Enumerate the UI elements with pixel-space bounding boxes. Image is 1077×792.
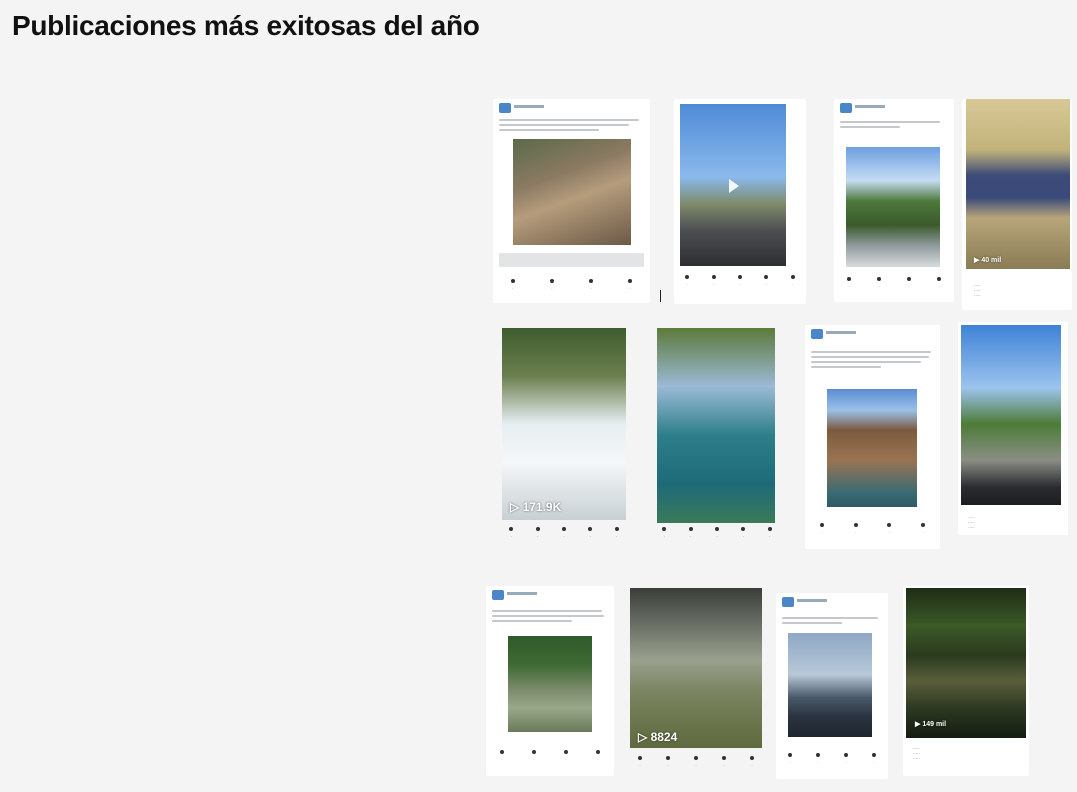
play-count-icon [638,756,642,760]
post-image [657,328,775,523]
post-image [846,147,940,267]
comment-icon [877,277,881,281]
heart-icon [819,523,824,527]
post-header [811,329,934,341]
play-count-icon [662,527,667,531]
post-stats: · · · · · [674,275,806,287]
post-card-man[interactable]: ▶ 40 mil ····· ····· ····· [962,99,1072,310]
page-title: Publicaciones más exitosas del año [12,10,480,41]
share-icon [764,275,769,279]
save-icon [790,275,795,279]
post-metrics: ····· ····· ····· [913,746,920,761]
save-icon [596,750,600,754]
share-icon [588,527,593,531]
post-image [906,588,1026,738]
post-card-lagoon[interactable]: · · · · · [651,322,783,554]
post-card-falls[interactable]: ▷ 171.9K · · · · · [498,322,630,554]
views-count: ▶ 40 mil [974,257,1002,264]
save-icon [628,279,633,283]
post-stats: · · · · [834,277,954,289]
share-icon [844,753,848,757]
save-icon [750,756,754,760]
comment-icon [549,279,554,283]
share-icon [722,756,726,760]
post-image [827,389,917,507]
post-card-road[interactable]: · · · · · [674,99,806,304]
play-count-icon [509,527,514,531]
heart-icon [510,279,515,283]
share-icon [564,750,568,754]
save-icon [872,753,876,757]
heart-icon [500,750,504,754]
views-count: ▷ 8824 [638,730,678,744]
post-image [961,325,1061,505]
divider [660,290,661,302]
post-image [966,99,1070,269]
post-card-pool[interactable]: ▷ 8824 · · · · · [626,586,766,778]
comment-icon [714,527,719,531]
post-card-fossils[interactable]: · · · · [493,99,650,303]
post-header [840,103,948,115]
brand-logo-icon [840,103,852,113]
post-metrics: ····· ····· ····· [968,515,975,530]
play-icon [729,179,739,193]
post-card-garden[interactable]: · · · · [486,586,614,776]
post-metrics: ····· ····· ····· [974,283,981,298]
post-stats: · · · · [776,753,888,765]
post-card-river[interactable]: · · · · [834,99,954,302]
comment-icon [737,275,742,279]
share-icon [907,277,911,281]
comment-icon [561,527,566,531]
post-card-arch[interactable]: · · · · [805,325,940,549]
post-header [492,590,608,602]
post-image [630,588,762,748]
post-stats: · · · · [486,750,614,762]
play-count-icon [685,275,690,279]
views-count: ▶ 149 mil [915,721,947,728]
brand-logo-icon [811,329,823,339]
like-icon [666,756,670,760]
share-icon [741,527,746,531]
heart-icon [847,277,851,281]
post-header [782,597,882,609]
comment-icon [694,756,698,760]
share-icon [589,279,594,283]
heart-icon [788,753,792,757]
post-stats: · · · · [493,279,650,291]
save-icon [614,527,619,531]
save-icon [767,527,772,531]
save-icon [921,523,926,527]
post-header [499,103,644,115]
like-icon [535,527,540,531]
post-card-dolphin[interactable]: · · · · [776,593,888,779]
brand-logo-icon [782,597,794,607]
post-stats: · · · · · [651,527,783,539]
post-stats: · · · · · [626,756,766,768]
share-icon [887,523,892,527]
post-card-road2[interactable]: ····· ····· ····· [958,322,1068,535]
post-image [508,636,592,732]
post-card-croc[interactable]: ▶ 149 mil ····· ····· ····· [903,586,1029,776]
like-icon [688,527,693,531]
comment-icon [853,523,858,527]
views-count: ▷ 171.9K [510,500,562,514]
post-stats: · · · · [805,523,940,535]
brand-logo-icon [492,590,504,600]
brand-logo-icon [499,103,511,113]
comment-icon [532,750,536,754]
comment-icon [816,753,820,757]
post-image [502,328,626,520]
like-icon [711,275,716,279]
post-image [513,139,631,245]
post-stats: · · · · · [498,527,630,539]
save-icon [937,277,941,281]
post-image [788,633,872,737]
